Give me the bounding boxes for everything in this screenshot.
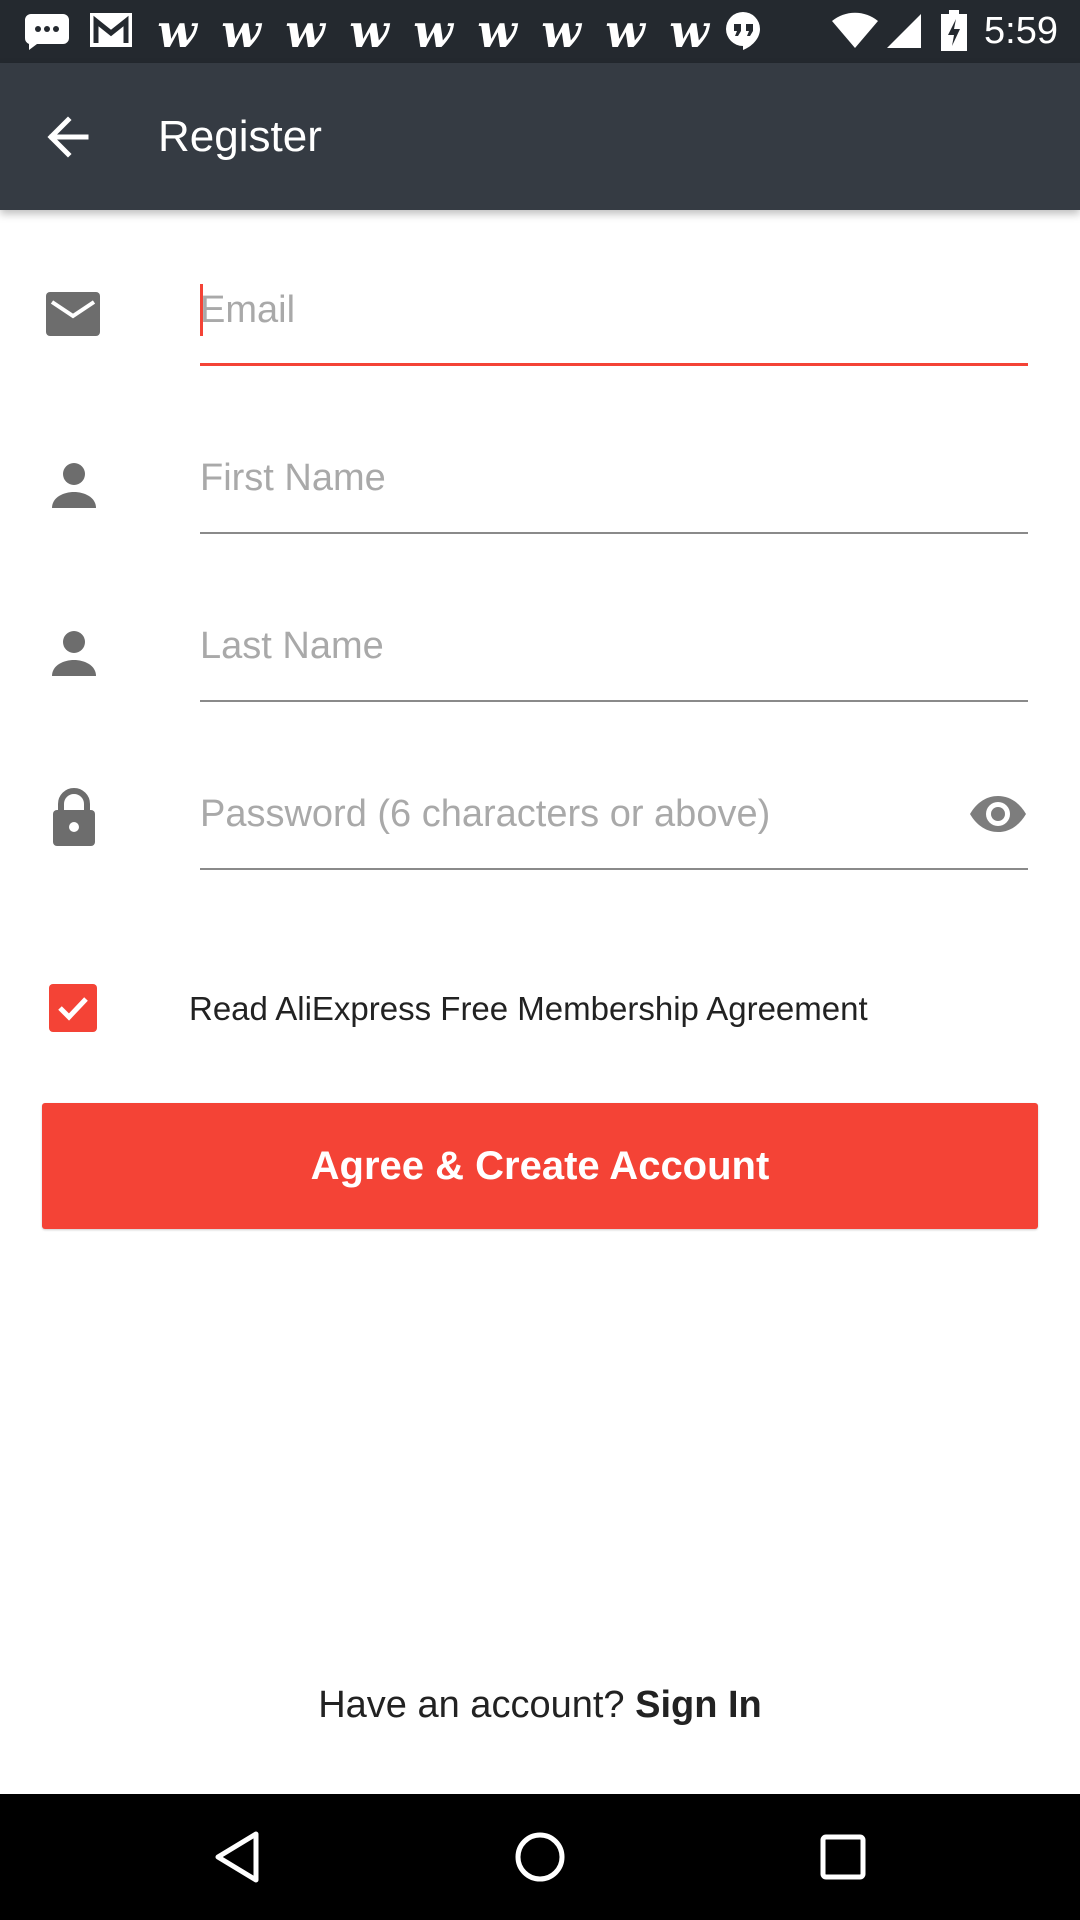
status-bar: w w w w w w w w w 5:59 [0,0,1080,63]
lock-icon [42,786,106,850]
last-name-field[interactable] [200,614,980,678]
w-app-icon: w [285,4,325,58]
w-app-icon: w [605,4,645,58]
password-field[interactable] [200,782,980,846]
email-field[interactable] [200,278,980,342]
last-name-row [0,598,1080,766]
agreement-checkbox[interactable] [49,984,97,1032]
hangouts-icon [718,10,768,52]
battery-charging-icon [936,10,972,52]
eye-icon[interactable] [968,788,1028,840]
app-bar: Register [0,63,1080,210]
w-app-icon: w [349,4,389,58]
w-app-icon: w [541,4,581,58]
person-icon [42,456,106,520]
signin-prompt: Have an account? Sign In [0,1680,1080,1730]
w-app-icon: w [221,4,261,58]
password-field-container [200,766,1028,870]
w-app-icon: w [477,4,517,58]
back-arrow-icon[interactable] [38,107,98,167]
nav-back-icon[interactable] [204,1824,270,1890]
first-name-row [0,430,1080,598]
first-name-field[interactable] [200,446,980,510]
agreement-row: Read AliExpress Free Membership Agreemen… [0,968,1080,1048]
w-app-icon: w [157,4,197,58]
last-name-field-container [200,598,1028,702]
cell-signal-icon [884,10,924,52]
password-row [0,766,1080,934]
create-account-button[interactable]: Agree & Create Account [42,1103,1038,1229]
gmail-icon [86,10,136,52]
nav-recents-icon[interactable] [810,1824,876,1890]
w-app-icon: w [413,4,453,58]
email-row [0,262,1080,430]
page-title: Register [158,112,322,161]
chat-notification-icon [22,10,72,52]
wifi-icon [830,10,880,52]
status-time: 5:59 [984,10,1058,52]
person-icon [42,624,106,688]
nav-home-icon[interactable] [507,1824,573,1890]
mail-icon [42,288,106,352]
signin-prompt-text: Have an account? [318,1684,636,1726]
agreement-label[interactable]: Read AliExpress Free Membership Agreemen… [189,988,868,1030]
email-field-container [200,262,1028,366]
sign-in-link[interactable]: Sign In [635,1684,762,1726]
first-name-field-container [200,430,1028,534]
navigation-bar [0,1794,1080,1920]
checkmark-icon [58,997,88,1021]
w-app-icon: w [669,4,709,58]
